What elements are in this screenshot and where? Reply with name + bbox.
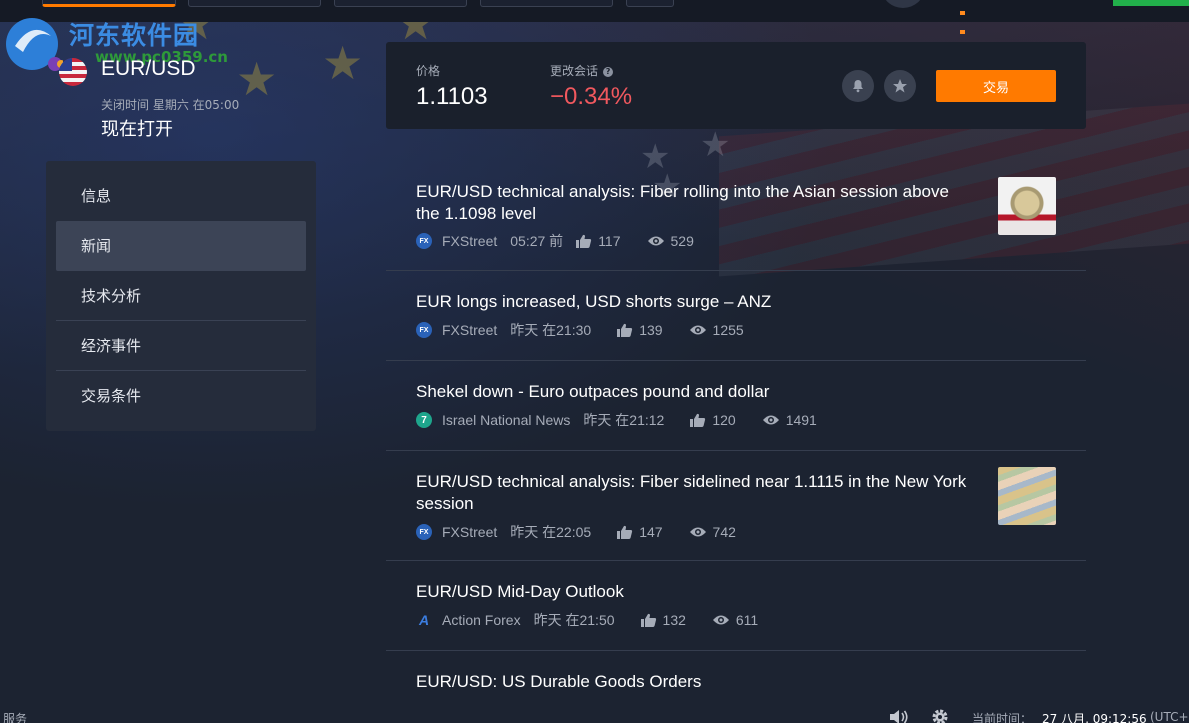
news-meta: 7 Israel National News 昨天 在21:12 120 149… bbox=[416, 411, 817, 429]
news-title[interactable]: EUR/USD technical analysis: Fiber sideli… bbox=[416, 471, 971, 515]
news-title[interactable]: EUR/USD: US Durable Goods Orders bbox=[416, 671, 971, 693]
israel-national-news-icon: 7 bbox=[416, 412, 432, 428]
top-tab[interactable] bbox=[42, 0, 176, 7]
view-count: 1491 bbox=[785, 412, 817, 428]
eye-icon bbox=[689, 324, 707, 336]
news-source: Israel National News bbox=[442, 412, 571, 428]
news-item[interactable]: EUR longs increased, USD shorts surge – … bbox=[386, 271, 1086, 361]
timezone: (UTC+8 bbox=[1150, 710, 1189, 723]
like-count: 132 bbox=[662, 612, 686, 628]
thumbs-up-icon bbox=[617, 323, 633, 337]
news-title[interactable]: EUR/USD technical analysis: Fiber rollin… bbox=[416, 181, 971, 225]
like-count: 117 bbox=[598, 233, 621, 249]
speaker-icon bbox=[890, 710, 908, 723]
like-count: 120 bbox=[712, 412, 736, 428]
watermark-title: 河东软件园 bbox=[69, 21, 200, 50]
price-value: 1.1103 bbox=[416, 83, 488, 110]
thumbs-up-icon bbox=[576, 234, 592, 248]
star-decoration: ★ bbox=[700, 125, 731, 165]
fxstreet-icon: FX bbox=[416, 322, 432, 338]
news-item[interactable]: EUR/USD technical analysis: Fiber sideli… bbox=[386, 451, 1086, 561]
fxstreet-icon: FX bbox=[416, 233, 432, 249]
news-title[interactable]: EUR longs increased, USD shorts surge – … bbox=[416, 291, 971, 313]
watermark-logo-icon bbox=[6, 18, 63, 71]
eye-icon bbox=[689, 526, 707, 538]
price-panel: 价格 1.1103 更改会话? −0.34% 交易 bbox=[386, 42, 1086, 129]
news-item[interactable]: EUR/USD: US Durable Goods Orders bbox=[386, 651, 1086, 705]
news-time: 05:27 前 bbox=[510, 233, 564, 249]
news-meta: FX FXStreet 05:27 前 117 529 bbox=[416, 232, 694, 250]
sidebar-item-technical-analysis[interactable]: 技术分析 bbox=[56, 271, 306, 321]
news-time: 昨天 在21:30 bbox=[510, 322, 592, 338]
news-item[interactable]: EUR/USD technical analysis: Fiber rollin… bbox=[386, 160, 1086, 271]
thumbs-up-icon bbox=[640, 613, 657, 627]
like-count: 139 bbox=[639, 322, 663, 338]
news-time: 昨天 在22:05 bbox=[510, 524, 592, 540]
news-time: 昨天 在21:12 bbox=[583, 412, 665, 428]
eye-icon bbox=[762, 414, 780, 426]
help-icon[interactable]: ? bbox=[603, 67, 614, 77]
bell-icon bbox=[853, 80, 863, 93]
eye-icon bbox=[647, 235, 665, 247]
news-meta: FX FXStreet 昨天 在22:05 147 742 bbox=[416, 523, 736, 541]
avatar[interactable] bbox=[882, 0, 924, 8]
news-title[interactable]: EUR/USD Mid-Day Outlook bbox=[416, 581, 971, 603]
star-decoration: ★ bbox=[236, 52, 278, 106]
news-source: FXStreet bbox=[442, 233, 498, 249]
news-item[interactable]: EUR/USD Mid-Day Outlook A Action Forex 昨… bbox=[386, 561, 1086, 651]
thumbs-up-icon bbox=[690, 413, 706, 427]
star-icon bbox=[893, 79, 907, 93]
market-status: 现在打开 bbox=[101, 119, 173, 140]
change-label: 更改会话 bbox=[550, 64, 599, 78]
star-decoration: ★ bbox=[322, 36, 364, 90]
instrument-symbol: EUR/USD bbox=[101, 57, 196, 80]
favorite-button[interactable] bbox=[884, 70, 916, 102]
sound-button[interactable] bbox=[889, 709, 909, 723]
settings-button[interactable] bbox=[931, 708, 949, 723]
service-link[interactable]: 服务 bbox=[3, 710, 27, 723]
news-source: FXStreet bbox=[442, 322, 498, 338]
current-time-label: 当前时间： bbox=[972, 712, 1033, 723]
deposit-button[interactable] bbox=[1113, 0, 1189, 6]
news-source: FXStreet bbox=[442, 524, 498, 540]
top-tab[interactable] bbox=[334, 0, 467, 7]
news-meta: FX FXStreet 昨天 在21:30 139 1255 bbox=[416, 321, 744, 339]
alert-button[interactable] bbox=[842, 70, 874, 102]
sidebar-item-info[interactable]: 信息 bbox=[56, 171, 306, 221]
trade-button[interactable]: 交易 bbox=[936, 70, 1056, 102]
close-time: 关闭时间 星期六 在05:00 bbox=[101, 98, 240, 112]
top-tab[interactable] bbox=[480, 0, 613, 7]
status-bar: 服务 当前时间： 27 八月, 09:12:56 (UTC+8 bbox=[0, 705, 1189, 723]
change-value: −0.34% bbox=[550, 83, 633, 110]
news-meta: A Action Forex 昨天 在21:50 132 611 bbox=[416, 611, 758, 629]
view-count: 1255 bbox=[712, 322, 744, 338]
news-thumbnail-coin[interactable] bbox=[998, 177, 1056, 235]
sidebar-item-news[interactable]: 新闻 bbox=[56, 221, 306, 271]
sidebar: 信息 新闻 技术分析 经济事件 交易条件 bbox=[46, 161, 316, 431]
like-count: 147 bbox=[639, 524, 663, 540]
price-label: 价格 bbox=[416, 64, 441, 78]
top-tab[interactable] bbox=[188, 0, 321, 7]
eye-icon bbox=[712, 614, 730, 626]
news-title[interactable]: Shekel down - Euro outpaces pound and do… bbox=[416, 381, 971, 403]
balance-indicator bbox=[960, 0, 1004, 34]
view-count: 529 bbox=[670, 233, 694, 249]
change-label-group: 更改会话? bbox=[550, 62, 614, 79]
current-time: 27 八月, 09:12:56 bbox=[1042, 712, 1147, 723]
view-count: 742 bbox=[712, 524, 736, 540]
fxstreet-icon: FX bbox=[416, 524, 432, 540]
us-flag-icon bbox=[59, 58, 87, 86]
news-source: Action Forex bbox=[442, 612, 521, 628]
sidebar-item-economic-events[interactable]: 经济事件 bbox=[56, 320, 306, 370]
gear-icon bbox=[932, 709, 948, 723]
view-count: 611 bbox=[735, 612, 759, 628]
action-forex-icon: A bbox=[418, 612, 430, 628]
news-item[interactable]: Shekel down - Euro outpaces pound and do… bbox=[386, 361, 1086, 451]
thumbs-up-icon bbox=[617, 525, 633, 539]
news-time: 昨天 在21:50 bbox=[533, 612, 615, 628]
top-tab[interactable] bbox=[626, 0, 674, 7]
sidebar-item-trading-conditions[interactable]: 交易条件 bbox=[56, 370, 306, 420]
news-thumbnail-banknotes[interactable] bbox=[998, 467, 1056, 525]
